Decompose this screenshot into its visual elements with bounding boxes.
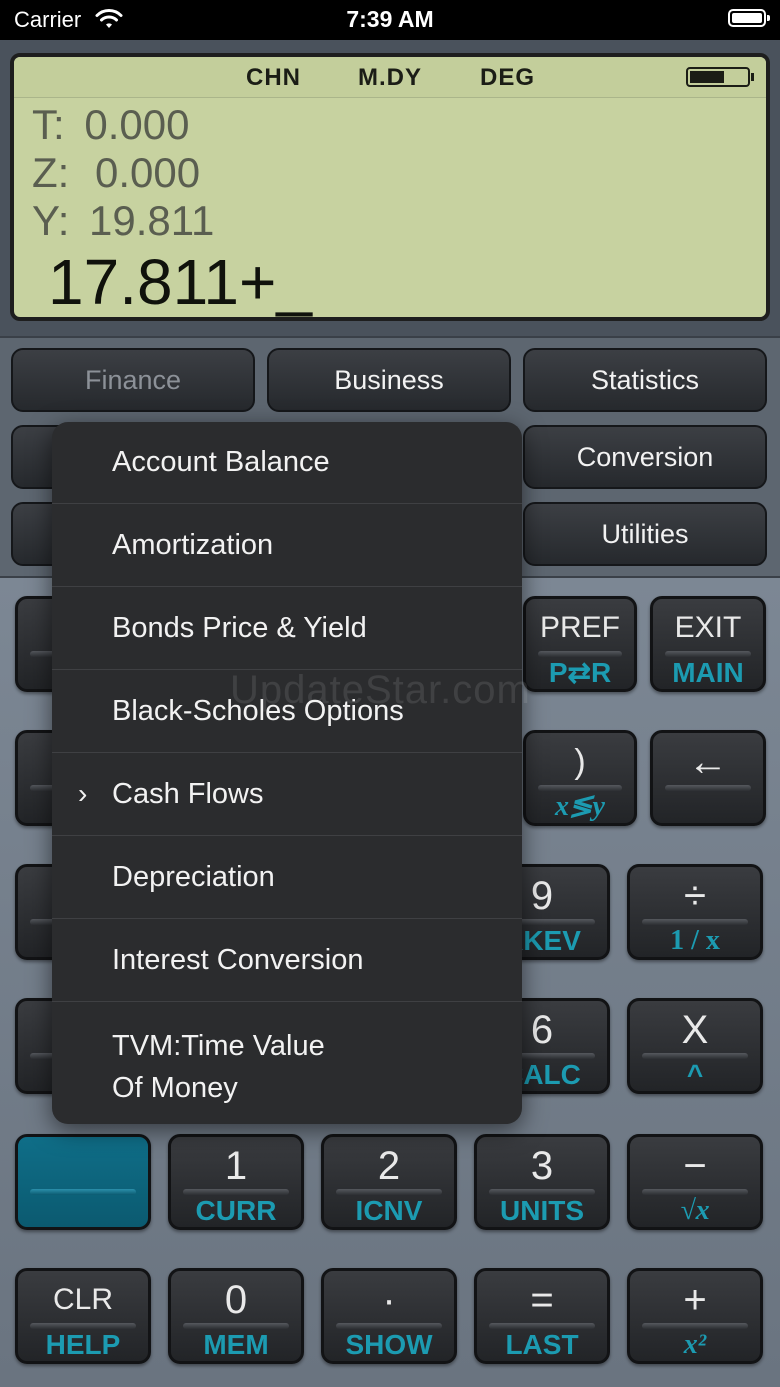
battery-icon <box>728 9 770 27</box>
conversion-button[interactable]: Conversion <box>523 425 767 489</box>
register-y-value: 19.811 <box>89 197 215 244</box>
backspace-arrow-icon: ← <box>688 740 728 784</box>
key-shift-label: LAST <box>505 1329 579 1360</box>
display-frame: CHN M.DY DEG T: 0.000 Z: 0.000 Y: 19.811… <box>0 40 780 336</box>
menu-item-label: Cash Flows <box>112 778 264 810</box>
key-0[interactable]: 0 MEM <box>168 1268 304 1364</box>
key-shift-label: MEM <box>203 1329 269 1360</box>
key-shift-label: x² <box>683 1329 707 1360</box>
menu-item-interest-conversion[interactable]: Interest Conversion <box>52 920 522 1002</box>
key-label: CLR <box>52 1283 113 1316</box>
key-shift-label: x≶y <box>555 791 605 822</box>
key-3[interactable]: 3 UNITS <box>474 1134 610 1230</box>
angle-mode-indicator: DEG <box>480 64 536 91</box>
register-y-label: Y: <box>32 197 70 244</box>
business-button[interactable]: Business <box>267 348 511 412</box>
menu-item-label: Depreciation <box>112 861 275 893</box>
key-label: + <box>683 1278 707 1322</box>
menu-item-depreciation[interactable]: Depreciation <box>52 837 522 919</box>
key-backspace[interactable]: ← <box>650 730 766 826</box>
register-z: Z: 0.000 <box>32 149 200 197</box>
menu-item-amortization[interactable]: Amortization <box>52 505 522 587</box>
key-label: 0 <box>224 1278 248 1322</box>
key-shift-label: HELP <box>45 1329 121 1360</box>
key-label: X <box>681 1008 709 1052</box>
menu-item-tvm[interactable]: TVM:Time Value Of Money <box>52 1003 522 1124</box>
key-label: · <box>382 1278 396 1322</box>
key-shift-label: SHOW <box>345 1329 433 1360</box>
key-multiply[interactable]: X ^ <box>627 998 763 1094</box>
key-shift[interactable] <box>15 1134 151 1230</box>
main-entry-line: 17.811+_ <box>48 246 312 318</box>
menu-item-label: Interest Conversion <box>112 944 364 976</box>
lcd-indicator-bar: CHN M.DY DEG <box>14 57 766 98</box>
key-shift-label: √x <box>680 1195 710 1226</box>
register-t-label: T: <box>32 101 65 148</box>
key-shift-label: P⇄R <box>548 657 612 688</box>
key-label: 1 <box>224 1144 248 1188</box>
utilities-button[interactable]: Utilities <box>523 502 767 566</box>
watermark: UpdateStar.com <box>230 668 531 712</box>
key-exit[interactable]: EXIT MAIN <box>650 596 766 692</box>
menu-item-bonds[interactable]: Bonds Price & Yield <box>52 588 522 670</box>
key-shift-label: 1 / x <box>670 925 720 956</box>
clock: 7:39 AM <box>346 6 434 32</box>
key-pref[interactable]: PREF P⇄R <box>523 596 637 692</box>
key-close-paren[interactable]: ) x≶y <box>523 730 637 826</box>
chevron-right-icon: › <box>78 778 88 809</box>
menu-item-cash-flows[interactable]: › Cash Flows <box>52 754 522 836</box>
key-label: ) <box>574 743 586 781</box>
register-y: Y: 19.811 <box>32 197 214 245</box>
menu-item-label: Amortization <box>112 529 274 561</box>
key-label: PREF <box>539 611 620 644</box>
register-t-value: 0.000 <box>84 101 190 148</box>
key-clr[interactable]: CLR HELP <box>15 1268 151 1364</box>
register-t: T: 0.000 <box>32 101 189 149</box>
key-label: 2 <box>377 1144 401 1188</box>
key-divide[interactable]: ÷ 1 / x <box>627 864 763 960</box>
key-2[interactable]: 2 ICNV <box>321 1134 457 1230</box>
lcd-display: CHN M.DY DEG T: 0.000 Z: 0.000 Y: 19.811… <box>10 53 770 321</box>
key-label: ÷ <box>684 874 706 918</box>
mode-indicator-chn: CHN <box>246 64 301 91</box>
key-label: − <box>683 1144 707 1188</box>
key-shift-label: UNITS <box>500 1195 584 1226</box>
register-z-label: Z: <box>32 149 70 196</box>
key-label: 3 <box>530 1144 554 1188</box>
key-shift-label: CURR <box>195 1195 277 1226</box>
key-shift-label: ICNV <box>355 1195 423 1226</box>
statistics-button[interactable]: Statistics <box>523 348 767 412</box>
finance-dropdown-menu: Account Balance Amortization Bonds Price… <box>52 422 522 1124</box>
menu-item-account-balance[interactable]: Account Balance <box>52 422 522 504</box>
key-decimal[interactable]: · SHOW <box>321 1268 457 1364</box>
key-shift-label: ^ <box>686 1059 704 1090</box>
key-1[interactable]: 1 CURR <box>168 1134 304 1230</box>
menu-item-label: Bonds Price & Yield <box>112 612 367 644</box>
key-label: EXIT <box>674 611 742 644</box>
status-bar: Carrier 7:39 AM <box>0 0 780 40</box>
date-format-indicator: M.DY <box>358 64 422 91</box>
register-z-value: 0.000 <box>95 149 201 196</box>
key-shift-label: MAIN <box>672 657 744 688</box>
key-plus[interactable]: + x² <box>627 1268 763 1364</box>
key-label: = <box>530 1278 554 1322</box>
finance-button[interactable]: Finance <box>11 348 255 412</box>
key-minus[interactable]: − √x <box>627 1134 763 1230</box>
menu-item-label: Account Balance <box>112 446 330 478</box>
lcd-battery-icon <box>686 67 754 87</box>
menu-item-label: TVM:Time Value Of Money <box>112 1030 325 1104</box>
key-equals[interactable]: = LAST <box>474 1268 610 1364</box>
